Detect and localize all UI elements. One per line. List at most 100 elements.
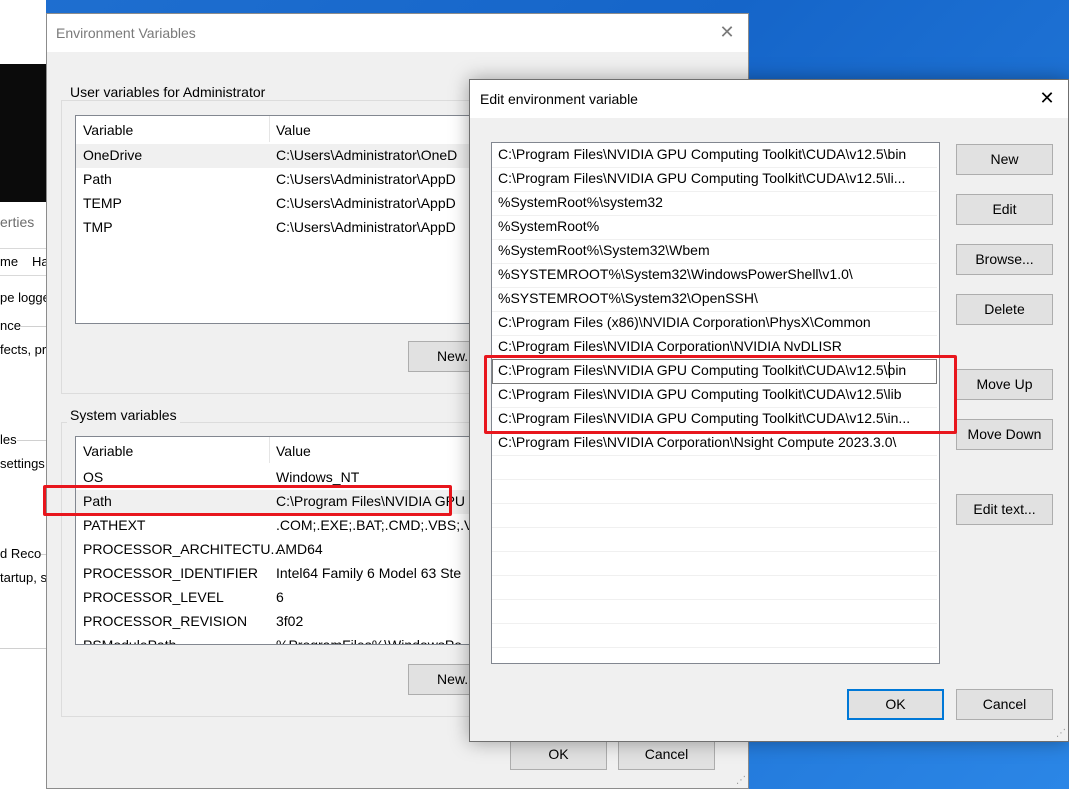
bg-tab-fragment-1[interactable]: me [0, 254, 18, 269]
row-variable-name: PROCESSOR_IDENTIFIER [83, 565, 259, 581]
table-row[interactable]: PROCESSOR_REVISION 3f02 [76, 610, 516, 634]
list-item[interactable]: C:\Program Files\NVIDIA Corporation\Nsig… [492, 431, 937, 456]
new-button[interactable]: New [956, 144, 1053, 175]
empty-list-row[interactable] [492, 575, 937, 600]
empty-list-row[interactable] [492, 503, 937, 528]
ok-button[interactable]: OK [510, 739, 607, 770]
table-row[interactable]: PATHEXT .COM;.EXE;.BAT;.CMD;.VBS;.VB [76, 514, 516, 538]
path-entry-text: C:\Program Files\NVIDIA GPU Computing To… [498, 146, 907, 162]
bg-tab-fragment-2[interactable]: Ha [32, 254, 46, 269]
path-entry-text: %SystemRoot% [498, 218, 600, 234]
empty-list-row[interactable] [492, 599, 937, 624]
bg-group-label: nce [0, 318, 21, 333]
row-variable-name: PATHEXT [83, 517, 146, 533]
table-row[interactable]: OS Windows_NT [76, 466, 516, 490]
edit-button[interactable]: Edit [956, 194, 1053, 225]
resize-grip-icon[interactable]: ⋰ [1056, 729, 1066, 739]
row-variable-value: %ProgramFiles%\WindowsPo [276, 637, 462, 645]
bg-divider [0, 648, 46, 649]
edit-dialog-title: Edit environment variable [480, 91, 638, 107]
list-item[interactable]: %SystemRoot%\System32\Wbem [492, 239, 937, 264]
column-header-value[interactable]: Value [276, 122, 311, 138]
resize-grip-icon[interactable]: ⋰ [736, 776, 746, 786]
row-variable-name: Path [83, 493, 112, 509]
table-row[interactable]: OneDrive C:\Users\Administrator\OneD [76, 144, 516, 168]
list-item-editing[interactable]: C:\Program Files\NVIDIA GPU Computing To… [492, 359, 937, 384]
path-entry-text: C:\Program Files\NVIDIA Corporation\NVID… [498, 338, 842, 354]
list-item[interactable]: C:\Program Files (x86)\NVIDIA Corporatio… [492, 311, 937, 336]
user-list-header: Variable Value [76, 116, 516, 142]
row-variable-value: .COM;.EXE;.BAT;.CMD;.VBS;.VB [276, 517, 483, 533]
bg-text-fragment: pe logge [0, 290, 46, 305]
row-variable-value: C:\Users\Administrator\AppD [276, 195, 456, 211]
list-item[interactable]: %SystemRoot%\system32 [492, 191, 937, 216]
table-row[interactable]: PSModulePath %ProgramFiles%\WindowsPo [76, 634, 516, 645]
column-header-value[interactable]: Value [276, 443, 311, 459]
move-down-button[interactable]: Move Down [956, 419, 1053, 450]
path-entry-edit-field[interactable]: C:\Program Files\NVIDIA GPU Computing To… [498, 362, 906, 378]
list-item[interactable]: C:\Program Files\NVIDIA GPU Computing To… [492, 407, 937, 432]
cancel-button[interactable]: Cancel [618, 739, 715, 770]
path-entry-text: %SYSTEMROOT%\System32\OpenSSH\ [498, 290, 758, 306]
preview-area [0, 64, 46, 202]
list-item[interactable]: %SYSTEMROOT%\System32\WindowsPowerShell\… [492, 263, 937, 288]
system-variables-label: System variables [67, 407, 180, 423]
bg-text-fragment: tartup, s [0, 570, 46, 585]
list-item[interactable]: C:\Program Files\NVIDIA GPU Computing To… [492, 143, 937, 168]
table-row[interactable]: PROCESSOR_IDENTIFIER Intel64 Family 6 Mo… [76, 562, 516, 586]
close-icon[interactable]: ✕ [716, 21, 738, 43]
row-variable-name: OneDrive [83, 147, 143, 163]
bg-group-label: les [0, 432, 17, 447]
row-variable-value: C:\Program Files\NVIDIA GPU [276, 493, 466, 509]
empty-list-row[interactable] [492, 479, 937, 504]
column-header-variable[interactable]: Variable [83, 122, 133, 138]
env-title-bar[interactable]: Environment Variables ✕ [47, 14, 748, 52]
edit-environment-variable-dialog: Edit environment variable ✕ C:\Program F… [469, 79, 1069, 742]
table-row[interactable]: TMP C:\Users\Administrator\AppD [76, 216, 516, 240]
row-variable-name: TMP [83, 219, 113, 235]
column-header-variable[interactable]: Variable [83, 443, 133, 459]
table-row[interactable]: TEMP C:\Users\Administrator\AppD [76, 192, 516, 216]
column-separator[interactable] [269, 116, 270, 142]
path-entries-list[interactable]: C:\Program Files\NVIDIA GPU Computing To… [491, 142, 940, 664]
list-item[interactable]: C:\Program Files\NVIDIA GPU Computing To… [492, 383, 937, 408]
edit-text-button[interactable]: Edit text... [956, 494, 1053, 525]
path-entry-text: C:\Program Files\NVIDIA GPU Computing To… [498, 410, 911, 426]
bg-group-label: d Reco [0, 546, 42, 561]
path-entry-text: %SYSTEMROOT%\System32\WindowsPowerShell\… [498, 266, 853, 282]
cancel-button[interactable]: Cancel [956, 689, 1053, 720]
empty-list-row[interactable] [492, 527, 937, 552]
column-separator[interactable] [269, 437, 270, 463]
row-variable-value: 3f02 [276, 613, 304, 629]
move-up-button[interactable]: Move Up [956, 369, 1053, 400]
ok-button[interactable]: OK [847, 689, 944, 720]
path-entry-text: %SystemRoot%\system32 [498, 194, 663, 210]
edit-title-bar[interactable]: Edit environment variable ✕ [470, 80, 1068, 118]
list-item[interactable]: C:\Program Files\NVIDIA Corporation\NVID… [492, 335, 937, 360]
user-variables-list[interactable]: Variable Value OneDrive C:\Users\Adminis… [75, 115, 517, 324]
system-properties-window: erties me Ha pe logge nce fects, pro les… [0, 0, 46, 789]
empty-list-row[interactable] [492, 455, 937, 480]
table-row[interactable]: PROCESSOR_ARCHITECTU... AMD64 [76, 538, 516, 562]
empty-list-row[interactable] [492, 623, 937, 648]
bg-text-fragment: fects, pro [0, 342, 46, 357]
bg-text-fragment: settings [0, 456, 45, 471]
row-variable-value: C:\Users\Administrator\AppD [276, 219, 456, 235]
empty-list-row[interactable] [492, 551, 937, 576]
list-item[interactable]: %SystemRoot% [492, 215, 937, 240]
table-row[interactable]: PROCESSOR_LEVEL 6 [76, 586, 516, 610]
table-row[interactable]: Path C:\Users\Administrator\AppD [76, 168, 516, 192]
list-item[interactable]: C:\Program Files\NVIDIA GPU Computing To… [492, 167, 937, 192]
list-item[interactable]: %SYSTEMROOT%\System32\OpenSSH\ [492, 287, 937, 312]
browse-button[interactable]: Browse... [956, 244, 1053, 275]
row-variable-value: C:\Users\Administrator\AppD [276, 171, 456, 187]
user-variables-label: User variables for Administrator [67, 84, 269, 100]
path-entry-text: C:\Program Files\NVIDIA GPU Computing To… [498, 386, 902, 402]
table-row-path-selected[interactable]: Path C:\Program Files\NVIDIA GPU [76, 490, 516, 514]
row-variable-value: C:\Users\Administrator\OneD [276, 147, 458, 163]
close-icon[interactable]: ✕ [1036, 87, 1058, 109]
text-caret [889, 362, 890, 378]
system-variables-list[interactable]: Variable Value OS Windows_NT Path C:\Pro… [75, 436, 517, 645]
delete-button[interactable]: Delete [956, 294, 1053, 325]
row-variable-name: PROCESSOR_REVISION [83, 613, 248, 629]
